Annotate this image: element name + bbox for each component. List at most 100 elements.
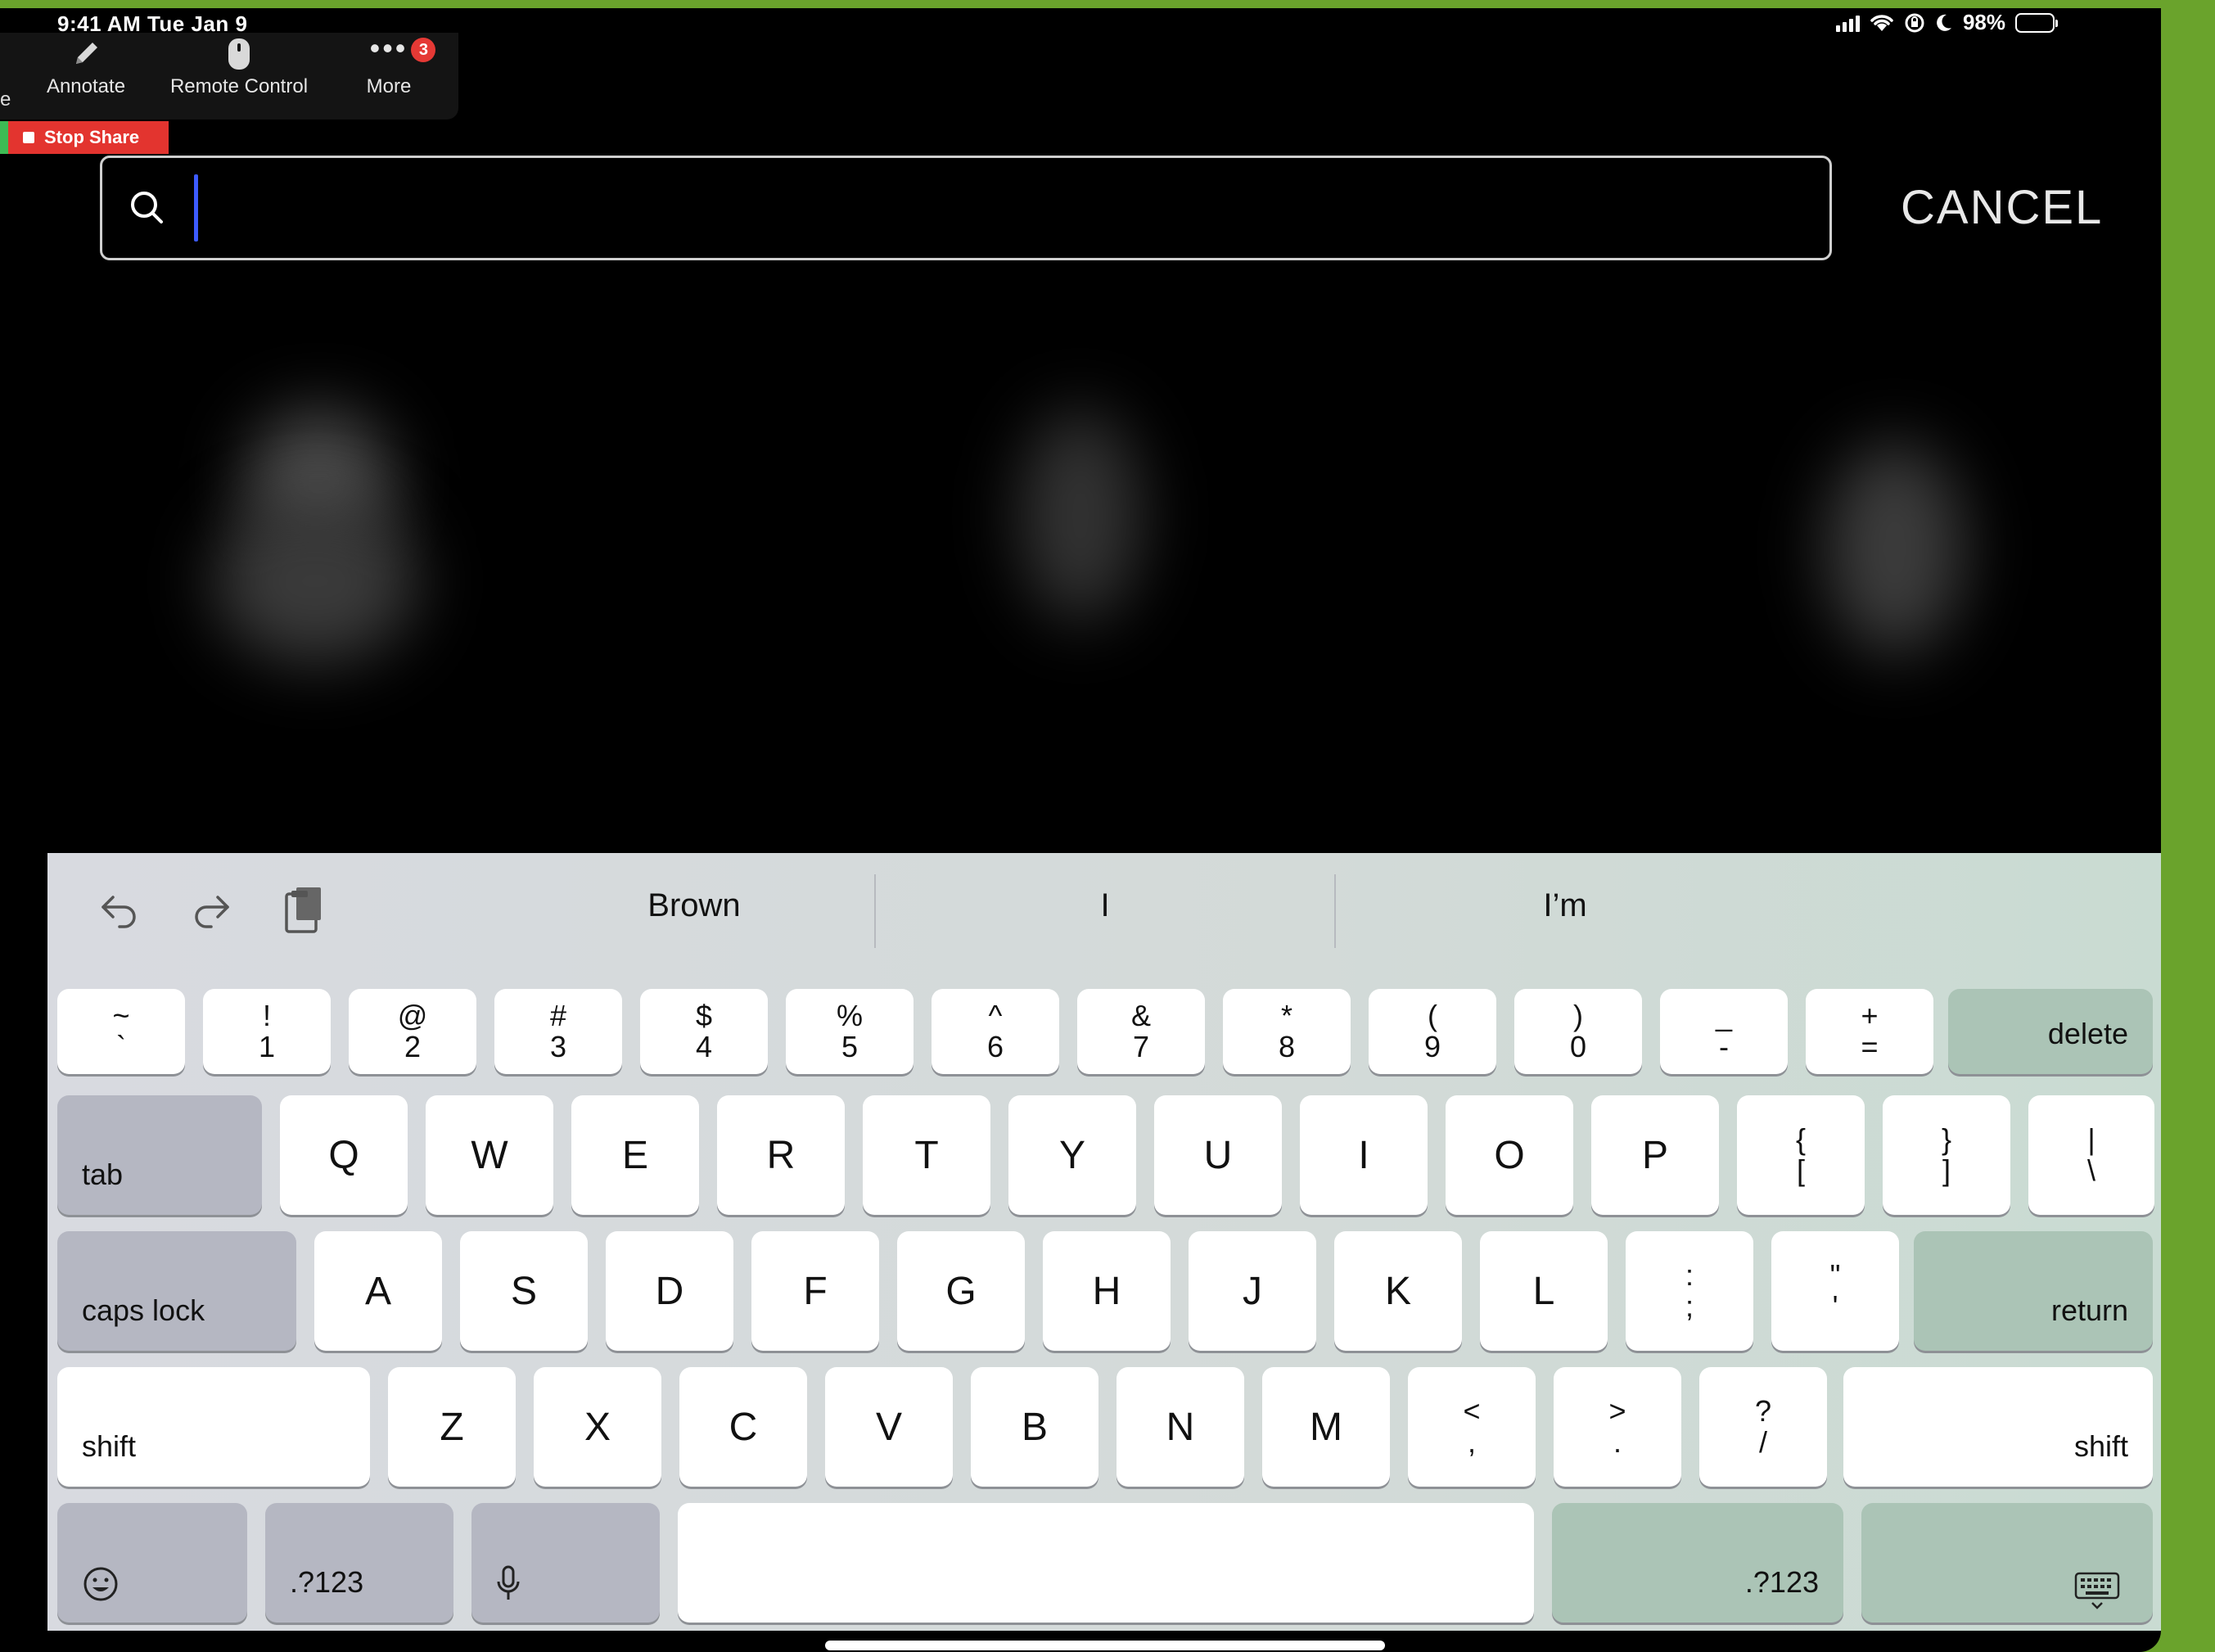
key-letter-e[interactable]: E [571,1095,699,1215]
key-letter: C [729,1405,758,1449]
key-label: delete [2047,1017,2128,1050]
key-letter-q[interactable]: Q [280,1095,408,1215]
remote-control-label: Remote Control [169,75,309,97]
shift-key-left[interactable]: shift [57,1367,370,1487]
key-glyph-bottom: 2 [404,1030,421,1063]
key-number-0[interactable]: ~ ` [57,989,185,1074]
key-number-6[interactable]: ^ 6 [932,989,1059,1074]
key-glyph-top: % [836,999,863,1033]
key-letter-k[interactable]: K [1334,1231,1462,1351]
tab-key[interactable]: tab [57,1095,262,1215]
key-number-4[interactable]: $4 [640,989,768,1074]
return-key[interactable]: return [1914,1231,2153,1351]
key-number-8[interactable]: * 8 [1223,989,1351,1074]
key-letter-j[interactable]: J [1189,1231,1316,1351]
key-letter-b[interactable]: B [971,1367,1098,1487]
key-letter: V [875,1405,902,1449]
key-glyph-top: * [1280,999,1292,1033]
key-letter-l[interactable]: L [1480,1231,1608,1351]
key-glyphs: ! 1 [259,1000,275,1063]
key-letter-y[interactable]: Y [1008,1095,1136,1215]
annotate-label: Annotate [46,75,126,97]
search-input[interactable] [192,174,1813,241]
key-letter-u[interactable]: U [1154,1095,1282,1215]
key-glyph-bottom: 1 [258,1030,276,1063]
key-letter-d[interactable]: D [606,1231,733,1351]
key-letter-x[interactable]: X [534,1367,661,1487]
caps-lock-key[interactable]: caps lock [57,1231,296,1351]
key-letter: D [655,1269,684,1313]
key-number-9[interactable]: (9 [1369,989,1496,1074]
cellular-signal-icon [1835,14,1860,32]
key-glyph-bottom: 9 [1423,1030,1441,1063]
key-glyphs: + = [1861,1000,1878,1063]
more-button[interactable]: ••• 3 More [319,31,458,98]
key-glyph-top: } [1941,1122,1952,1157]
key-symbol-5[interactable]: <, [1408,1367,1536,1487]
key-number-10[interactable]: ) 0 [1514,989,1642,1074]
key-letter: U [1203,1133,1233,1177]
key-number-11[interactable]: _ - [1660,989,1788,1074]
key-symbol-7[interactable]: ? / [1699,1367,1827,1487]
key-letter-t[interactable]: T [863,1095,990,1215]
key-glyphs: ) 0 [1570,1000,1586,1063]
on-screen-keyboard: Brown I I’m ~ `! 1 @2 #3 $4% 5 ^ 6 & 7 * 8(9) 0 _ - + = de… [47,853,2161,1631]
key-symbol-2[interactable]: | \ [2028,1095,2154,1215]
key-glyph-top: ~ [112,999,130,1033]
suggestion-3[interactable]: I’m [1336,887,1794,924]
key-letter-c[interactable]: C [679,1367,807,1487]
key-symbol-1[interactable]: }] [1883,1095,2010,1215]
key-letter-v[interactable]: V [825,1367,953,1487]
key-symbol-0[interactable]: {[ [1737,1095,1865,1215]
stop-share-button[interactable]: Stop Share [0,121,169,154]
search-box[interactable] [100,156,1832,260]
key-glyphs: }] [1942,1124,1951,1186]
redo-icon[interactable] [187,886,236,935]
delete-key[interactable]: delete [1948,989,2153,1074]
dictation-key[interactable] [471,1503,660,1623]
key-letter-a[interactable]: A [314,1231,442,1351]
key-letter-m[interactable]: M [1262,1367,1390,1487]
key-number-3[interactable]: #3 [494,989,622,1074]
orientation-lock-icon [1905,13,1924,32]
key-letter-z[interactable]: Z [388,1367,516,1487]
key-letter-w[interactable]: W [426,1095,553,1215]
undo-icon[interactable] [95,886,144,935]
key-letter-f[interactable]: F [751,1231,879,1351]
key-number-12[interactable]: + = [1806,989,1933,1074]
key-label: caps lock [82,1293,205,1327]
device-bezel [2161,0,2215,1652]
suggestion-2[interactable]: I [876,887,1334,924]
key-letter-o[interactable]: O [1446,1095,1573,1215]
key-number-7[interactable]: & 7 [1077,989,1205,1074]
key-number-5[interactable]: % 5 [786,989,914,1074]
shift-key-right[interactable]: shift [1843,1367,2153,1487]
key-number-2[interactable]: @2 [349,989,476,1074]
key-letter: H [1092,1269,1121,1313]
toolbar-cut-off-label: e [0,88,11,111]
numbers-key-right[interactable]: .?123 [1552,1503,1843,1623]
key-glyphs: <, [1463,1396,1480,1458]
key-letter-r[interactable]: R [717,1095,845,1215]
paste-icon[interactable] [280,882,329,937]
key-letter-g[interactable]: G [897,1231,1025,1351]
space-key[interactable] [678,1503,1534,1623]
key-number-1[interactable]: ! 1 [203,989,331,1074]
key-glyph-bottom: \ [2086,1153,2095,1187]
emoji-key[interactable] [57,1503,247,1623]
key-letter-p[interactable]: P [1591,1095,1719,1215]
numbers-key-left[interactable]: .?123 [265,1503,453,1623]
key-symbol-3[interactable]: :; [1626,1231,1753,1351]
annotate-button[interactable]: Annotate [13,33,159,98]
hide-keyboard-key[interactable] [1861,1503,2153,1623]
key-symbol-4[interactable]: " ' [1771,1231,1899,1351]
key-letter-h[interactable]: H [1043,1231,1171,1351]
key-letter-n[interactable]: N [1117,1367,1244,1487]
key-symbol-6[interactable]: >. [1554,1367,1681,1487]
key-letter-i[interactable]: I [1300,1095,1428,1215]
key-glyph-top: < [1463,1394,1481,1429]
cancel-button[interactable]: CANCEL [1901,180,2103,235]
key-glyph-top: & [1130,999,1151,1033]
key-letter-s[interactable]: S [460,1231,588,1351]
remote-control-button[interactable]: Remote Control [159,33,319,98]
